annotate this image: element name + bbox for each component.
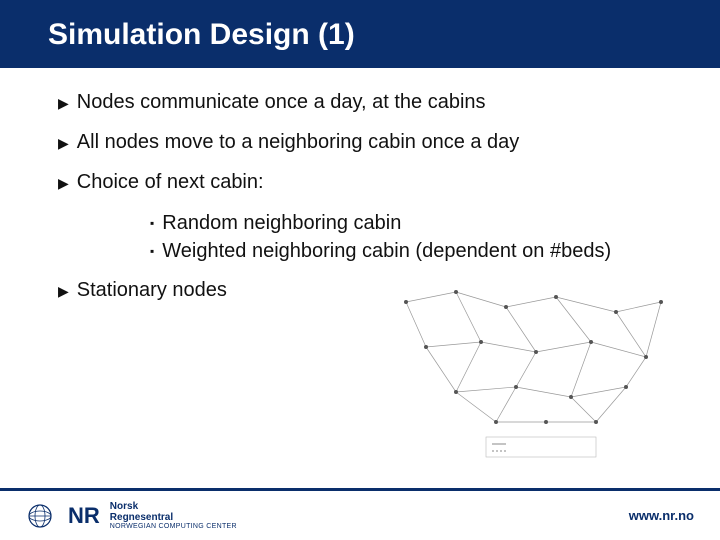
bullet-item: ▶ Choice of next cabin: — [58, 170, 680, 196]
bullet-text: Stationary nodes — [77, 278, 227, 303]
triangle-right-icon: ▶ — [58, 90, 69, 116]
footer: NR Norsk Regnesentral NORWEGIAN COMPUTIN… — [0, 488, 720, 540]
triangle-right-icon: ▶ — [58, 130, 69, 156]
logo-line2: Regnesentral — [110, 512, 237, 523]
triangle-right-icon: ▶ — [58, 170, 69, 196]
logo-globe-icon — [26, 502, 62, 530]
title-bar: Simulation Design (1) — [0, 0, 720, 68]
page-title: Simulation Design (1) — [48, 18, 355, 51]
bullet-text: All nodes move to a neighboring cabin on… — [77, 130, 520, 155]
content-area: ▶ Nodes communicate once a day, at the c… — [0, 68, 720, 304]
logo: NR Norsk Regnesentral NORWEGIAN COMPUTIN… — [26, 501, 237, 531]
network-graph-icon — [386, 272, 686, 462]
logo-text-block: Norsk Regnesentral NORWEGIAN COMPUTING C… — [110, 501, 237, 531]
sub-bullet-item: ▪ Random neighboring cabin — [150, 210, 680, 236]
sub-bullet-list: ▪ Random neighboring cabin ▪ Weighted ne… — [150, 210, 680, 264]
sub-bullet-text: Weighted neighboring cabin (dependent on… — [162, 238, 611, 264]
square-bullet-icon: ▪ — [150, 210, 154, 236]
slide: Simulation Design (1) ▶ Nodes communicat… — [0, 0, 720, 540]
logo-line3: NORWEGIAN COMPUTING CENTER — [110, 523, 237, 531]
sub-bullet-item: ▪ Weighted neighboring cabin (dependent … — [150, 238, 680, 264]
triangle-right-icon: ▶ — [58, 278, 69, 304]
bullet-text: Nodes communicate once a day, at the cab… — [77, 90, 486, 115]
bullet-item: ▶ All nodes move to a neighboring cabin … — [58, 130, 680, 156]
sub-bullet-text: Random neighboring cabin — [162, 210, 401, 236]
bullet-item: ▶ Nodes communicate once a day, at the c… — [58, 90, 680, 116]
logo-nr-text: NR — [68, 503, 100, 529]
logo-line1: Norsk — [110, 501, 237, 512]
network-graph-figure — [386, 272, 686, 462]
logo-mark: NR — [26, 502, 100, 530]
square-bullet-icon: ▪ — [150, 238, 154, 264]
footer-url: www.nr.no — [629, 508, 694, 523]
bullet-text: Choice of next cabin: — [77, 170, 264, 195]
